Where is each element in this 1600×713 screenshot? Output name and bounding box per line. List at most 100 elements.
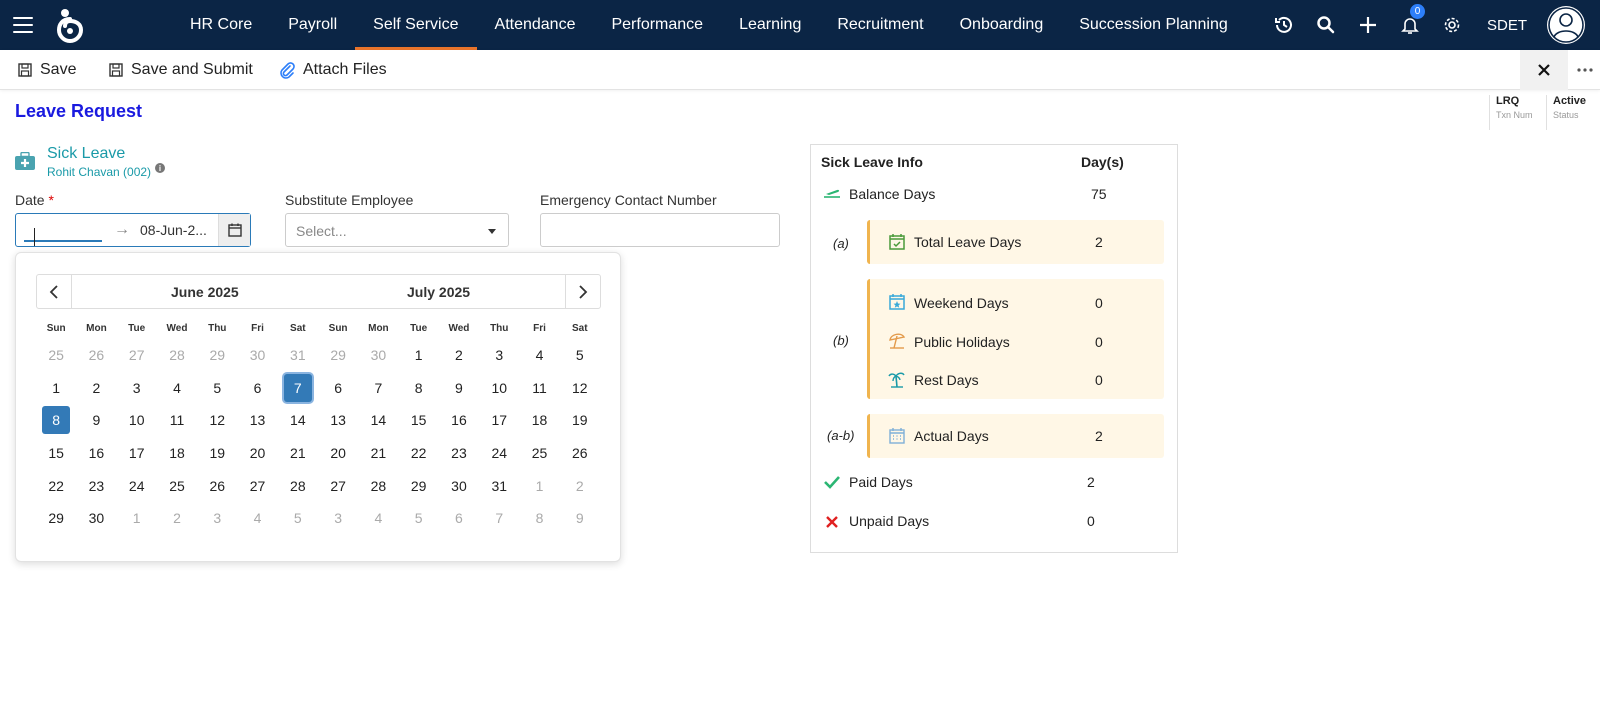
- nav-item-hr-core[interactable]: HR Core: [172, 0, 270, 50]
- calendar-day[interactable]: 1: [36, 373, 76, 403]
- calendar-day[interactable]: 15: [36, 438, 76, 468]
- settings-gear-icon[interactable]: [1441, 14, 1463, 36]
- calendar-day[interactable]: 25: [157, 471, 197, 501]
- calendar-day[interactable]: 9: [439, 373, 479, 403]
- calendar-day[interactable]: 14: [358, 405, 398, 435]
- calendar-day[interactable]: 24: [117, 471, 157, 501]
- add-icon[interactable]: [1357, 14, 1379, 36]
- calendar-day[interactable]: 29: [197, 340, 237, 370]
- calendar-day[interactable]: 25: [519, 438, 559, 468]
- user-name[interactable]: SDET: [1487, 17, 1527, 34]
- calendar-day[interactable]: 17: [117, 438, 157, 468]
- calendar-day[interactable]: 10: [117, 405, 157, 435]
- search-icon[interactable]: [1315, 14, 1337, 36]
- calendar-day[interactable]: 2: [76, 373, 116, 403]
- calendar-day[interactable]: 23: [76, 471, 116, 501]
- app-logo[interactable]: [56, 7, 84, 44]
- calendar-day[interactable]: 18: [157, 438, 197, 468]
- save-button[interactable]: Save: [18, 50, 76, 90]
- calendar-day[interactable]: 6: [439, 503, 479, 533]
- calendar-day[interactable]: 20: [237, 438, 277, 468]
- calendar-day[interactable]: 1: [519, 471, 559, 501]
- nav-item-attendance[interactable]: Attendance: [477, 0, 594, 50]
- date-end-input[interactable]: 08-Jun-2...: [140, 222, 207, 238]
- calendar-day[interactable]: 7: [358, 373, 398, 403]
- calendar-day[interactable]: 16: [439, 405, 479, 435]
- calendar-day[interactable]: 3: [117, 373, 157, 403]
- calendar-day[interactable]: 20: [318, 438, 358, 468]
- calendar-day[interactable]: 5: [197, 373, 237, 403]
- more-options-icon[interactable]: [1570, 50, 1600, 90]
- calendar-day[interactable]: 2: [157, 503, 197, 533]
- close-button[interactable]: [1520, 50, 1568, 90]
- calendar-day[interactable]: 10: [479, 373, 519, 403]
- calendar-day[interactable]: 11: [519, 373, 559, 403]
- calendar-day[interactable]: 29: [318, 340, 358, 370]
- calendar-day[interactable]: 12: [560, 373, 600, 403]
- calendar-day[interactable]: 12: [197, 405, 237, 435]
- calendar-day[interactable]: 8: [519, 503, 559, 533]
- calendar-day[interactable]: 4: [237, 503, 277, 533]
- calendar-day[interactable]: 1: [399, 340, 439, 370]
- calendar-day[interactable]: 19: [197, 438, 237, 468]
- calendar-day[interactable]: 30: [358, 340, 398, 370]
- calendar-day[interactable]: 1: [117, 503, 157, 533]
- calendar-day[interactable]: 9: [76, 405, 116, 435]
- calendar-day[interactable]: 22: [36, 471, 76, 501]
- calendar-day-selected[interactable]: 7: [278, 373, 318, 403]
- user-avatar-icon[interactable]: [1547, 6, 1585, 44]
- info-icon[interactable]: i: [155, 163, 165, 173]
- calendar-day[interactable]: 2: [439, 340, 479, 370]
- prev-month-button[interactable]: [37, 275, 72, 308]
- history-icon[interactable]: [1273, 14, 1295, 36]
- calendar-day[interactable]: 26: [197, 471, 237, 501]
- calendar-day[interactable]: 27: [117, 340, 157, 370]
- nav-item-performance[interactable]: Performance: [593, 0, 721, 50]
- calendar-day[interactable]: 8: [399, 373, 439, 403]
- calendar-day[interactable]: 4: [157, 373, 197, 403]
- calendar-day[interactable]: 18: [519, 405, 559, 435]
- calendar-day[interactable]: 2: [560, 471, 600, 501]
- calendar-day[interactable]: 30: [76, 503, 116, 533]
- calendar-day[interactable]: 25: [36, 340, 76, 370]
- calendar-day[interactable]: 17: [479, 405, 519, 435]
- calendar-day[interactable]: 31: [479, 471, 519, 501]
- nav-item-recruitment[interactable]: Recruitment: [819, 0, 941, 50]
- nav-item-learning[interactable]: Learning: [721, 0, 819, 50]
- calendar-day[interactable]: 26: [76, 340, 116, 370]
- calendar-day[interactable]: 27: [318, 471, 358, 501]
- substitute-employee-select[interactable]: Select...: [285, 213, 509, 247]
- calendar-day[interactable]: 28: [358, 471, 398, 501]
- calendar-day[interactable]: 3: [197, 503, 237, 533]
- calendar-day[interactable]: 22: [399, 438, 439, 468]
- calendar-day[interactable]: 30: [237, 340, 277, 370]
- calendar-day[interactable]: 21: [278, 438, 318, 468]
- emergency-contact-input[interactable]: [540, 213, 780, 247]
- calendar-day[interactable]: 5: [278, 503, 318, 533]
- date-range-field[interactable]: → 08-Jun-2...: [15, 213, 251, 247]
- calendar-day[interactable]: 3: [479, 340, 519, 370]
- save-and-submit-button[interactable]: Save and Submit: [109, 50, 253, 90]
- calendar-day[interactable]: 28: [278, 471, 318, 501]
- calendar-day[interactable]: 29: [399, 471, 439, 501]
- calendar-day[interactable]: 27: [237, 471, 277, 501]
- calendar-day[interactable]: 28: [157, 340, 197, 370]
- calendar-day[interactable]: 13: [237, 405, 277, 435]
- calendar-button[interactable]: [218, 214, 250, 246]
- calendar-day[interactable]: 9: [560, 503, 600, 533]
- calendar-day[interactable]: 21: [358, 438, 398, 468]
- next-month-button[interactable]: [565, 275, 600, 308]
- calendar-day[interactable]: 13: [318, 405, 358, 435]
- calendar-day[interactable]: 6: [237, 373, 277, 403]
- nav-item-self-service[interactable]: Self Service: [355, 0, 477, 50]
- calendar-day[interactable]: 29: [36, 503, 76, 533]
- calendar-day[interactable]: 24: [479, 438, 519, 468]
- hamburger-menu-icon[interactable]: [13, 17, 33, 33]
- calendar-day[interactable]: 30: [439, 471, 479, 501]
- calendar-day[interactable]: 4: [358, 503, 398, 533]
- nav-item-succession-planning[interactable]: Succession Planning: [1061, 0, 1246, 50]
- date-start-input[interactable]: [24, 220, 102, 246]
- calendar-day[interactable]: 31: [278, 340, 318, 370]
- nav-item-onboarding[interactable]: Onboarding: [942, 0, 1062, 50]
- notification-bell-icon[interactable]: 0: [1399, 4, 1425, 36]
